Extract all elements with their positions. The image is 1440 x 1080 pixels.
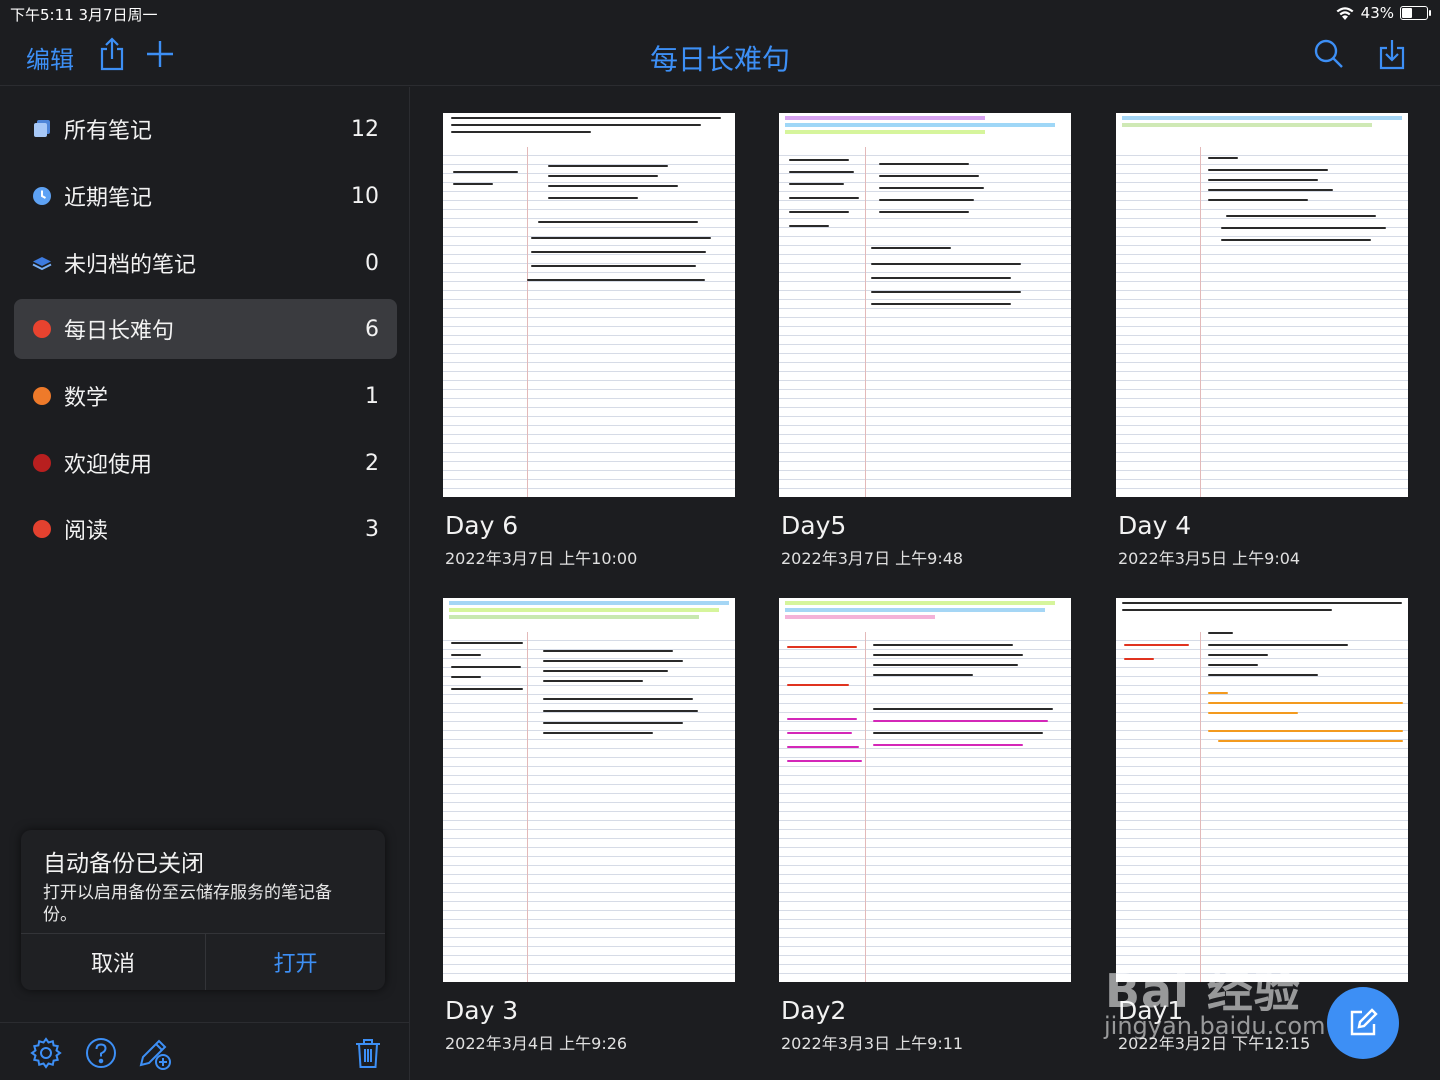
note-title: Day 6 [445, 511, 519, 540]
sidebar-item-recent-notes[interactable]: 近期笔记 10 [14, 166, 397, 226]
sidebar-item-daily-sentences[interactable]: 每日长难句 6 [14, 299, 397, 359]
sidebar-item-count: 0 [365, 250, 379, 276]
sidebar-item-welcome[interactable]: 欢迎使用 2 [14, 433, 397, 493]
note-thumbnail [779, 113, 1071, 497]
note-title: Day5 [781, 511, 847, 540]
note-date: 2022年3月5日 上午9:04 [1118, 549, 1301, 568]
sidebar-item-label: 近期笔记 [64, 186, 153, 211]
status-time-date: 下午5:11 3月7日周一 [10, 6, 158, 24]
folder-color-dot [32, 319, 52, 339]
note-thumbnail [443, 598, 735, 982]
sidebar-item-label: 每日长难句 [64, 319, 175, 344]
gear-icon [30, 1037, 62, 1069]
note-thumbnail [779, 598, 1071, 982]
note-title: Day2 [781, 996, 847, 1025]
sidebar-item-unfiled-notes[interactable]: 未归档的笔记 0 [14, 233, 397, 293]
search-button[interactable] [1312, 36, 1346, 72]
trash-button[interactable] [350, 1035, 386, 1071]
note-date: 2022年3月7日 上午9:48 [781, 549, 964, 568]
sidebar-item-math[interactable]: 数学 1 [14, 366, 397, 426]
status-bar: 下午5:11 3月7日周一 43% [0, 0, 1440, 26]
layers-icon [32, 253, 52, 273]
help-button[interactable] [83, 1035, 119, 1071]
folder-color-dot [32, 519, 52, 539]
note-date: 2022年3月3日 上午9:11 [781, 1034, 964, 1053]
sidebar-item-all-notes[interactable]: 所有笔记 12 [14, 99, 397, 159]
import-button[interactable] [1375, 36, 1409, 72]
sidebar: 所有笔记 12 近期笔记 10 未归档的笔记 0 每日长难句 6 数学 1 欢迎… [0, 87, 410, 1080]
note-date: 2022年3月7日 上午10:00 [445, 549, 638, 568]
clock-icon [32, 186, 52, 206]
sidebar-item-count: 3 [365, 516, 379, 542]
page-title: 每日长难句 [649, 43, 790, 76]
watermark-url: jingyan.baidu.com [1104, 1012, 1326, 1040]
compose-note-button[interactable] [1327, 987, 1399, 1059]
sidebar-item-count: 6 [365, 316, 379, 342]
sidebar-item-count: 2 [365, 450, 379, 476]
sidebar-item-label: 所有笔记 [64, 119, 153, 144]
note-thumbnail [1116, 113, 1408, 497]
note-title: Day 3 [445, 996, 519, 1025]
sidebar-item-count: 10 [351, 183, 379, 209]
sidebar-item-label: 阅读 [64, 519, 109, 544]
backup-cancel-button[interactable]: 取消 [21, 933, 205, 990]
compose-icon [1350, 1008, 1378, 1036]
notes-stack-icon [32, 119, 52, 139]
note-thumbnail [1116, 598, 1408, 982]
battery-icon [1400, 6, 1431, 20]
download-tray-icon [1379, 40, 1405, 70]
trash-icon [356, 1039, 380, 1068]
backup-title: 自动备份已关闭 [43, 851, 204, 877]
wifi-icon [1336, 6, 1354, 20]
new-folder-button[interactable] [137, 1035, 173, 1071]
top-toolbar: 编辑 每日长难句 [0, 26, 1440, 86]
sidebar-item-label: 数学 [64, 386, 109, 411]
status-indicators: 43% [1335, 4, 1431, 22]
sidebar-item-reading[interactable]: 阅读 3 [14, 499, 397, 559]
sidebar-bottom-bar [0, 1022, 410, 1080]
notes-grid: Day 6 2022年3月7日 上午10:00 Day5 2022年3月7日 上… [411, 87, 1440, 1080]
sidebar-item-count: 1 [365, 383, 379, 409]
backup-off-card: 自动备份已关闭 打开以启用备份至云储存服务的笔记备份。 取消 打开 [21, 830, 385, 990]
backup-open-button[interactable]: 打开 [206, 933, 385, 990]
sidebar-item-label: 欢迎使用 [64, 453, 153, 478]
backup-description: 打开以启用备份至云储存服务的笔记备份。 [43, 883, 332, 925]
battery-percent: 43% [1360, 4, 1394, 22]
note-thumbnail [443, 113, 735, 497]
search-icon [1314, 39, 1343, 68]
folder-color-dot [32, 453, 52, 473]
settings-button[interactable] [28, 1035, 64, 1071]
help-icon [86, 1038, 116, 1068]
pencil-add-icon [139, 1039, 171, 1070]
sidebar-item-count: 12 [351, 116, 379, 142]
note-title: Day 4 [1118, 511, 1192, 540]
sidebar-item-label: 未归档的笔记 [64, 253, 197, 278]
note-date: 2022年3月4日 上午9:26 [445, 1034, 628, 1053]
folder-color-dot [32, 386, 52, 406]
